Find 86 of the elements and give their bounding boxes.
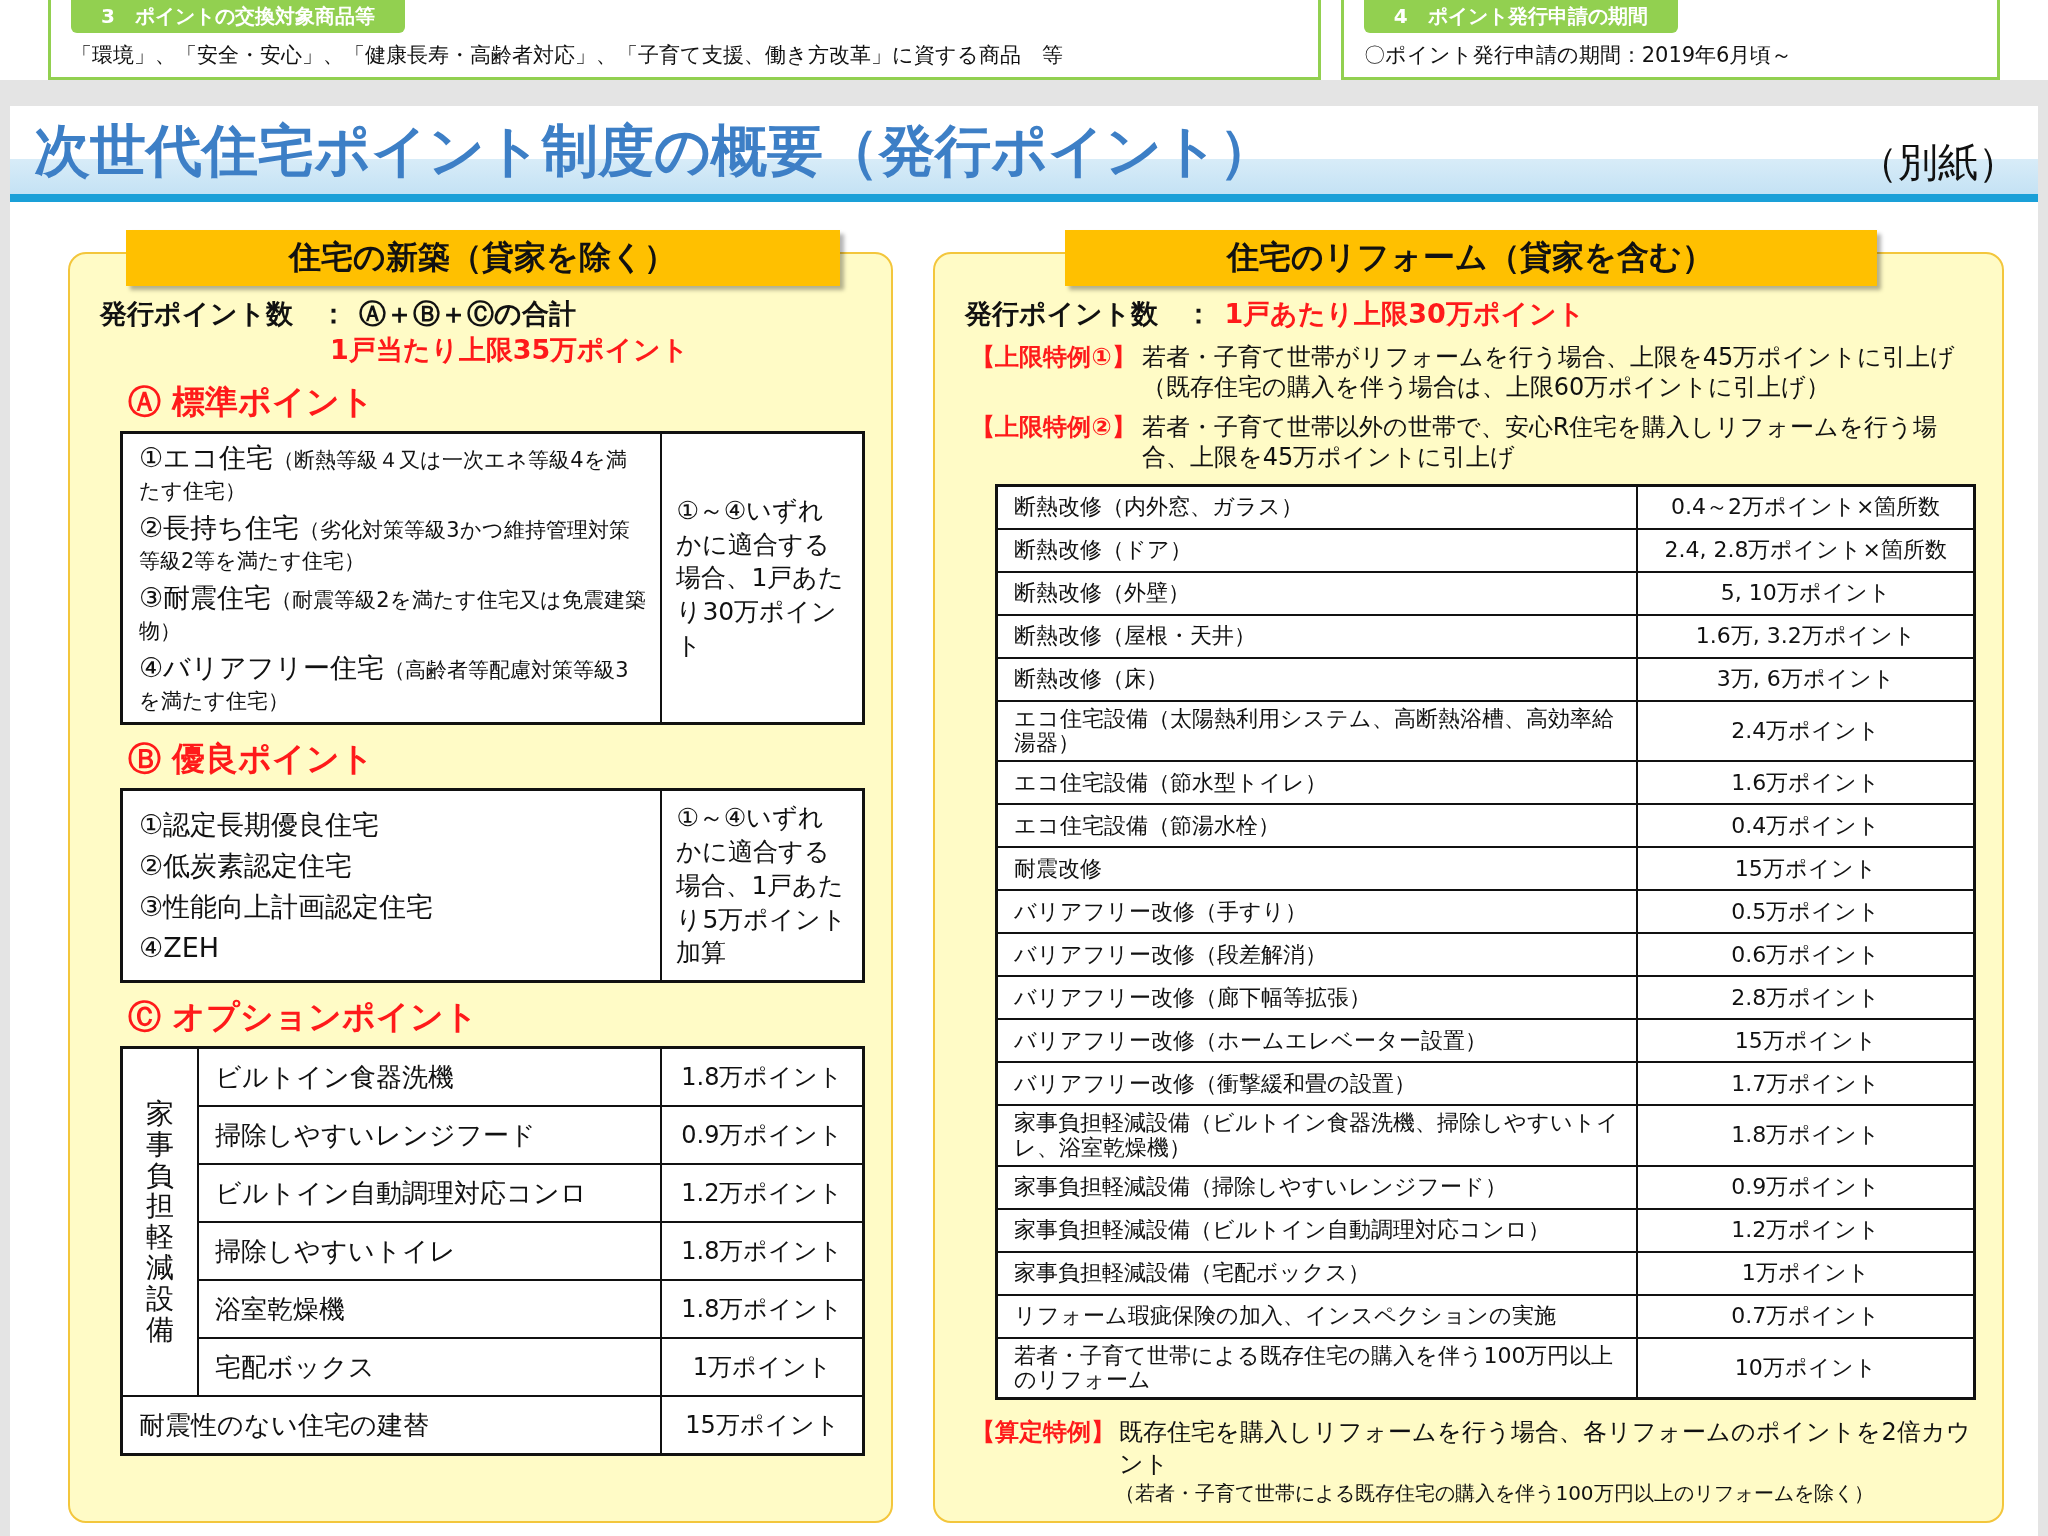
table-cell: エコ住宅設備（節水型トイレ） [998, 762, 1639, 806]
housing-type: ④ZEH [139, 931, 221, 963]
cap-text: 1戸当たり上限35万ポイント [329, 333, 691, 367]
table-cell: エコ住宅設備（節湯水栓） [998, 805, 1639, 849]
table-cell: 家事負担軽減設備（掃除しやすいレンジフード） [998, 1166, 1639, 1210]
housing-type: ③性能向上計画認定住宅 [139, 890, 435, 922]
table-cell-text: 10万ポイント [1733, 1353, 1878, 1382]
table-cell: バリアフリー改修（廊下幅等拡張） [998, 977, 1639, 1021]
count-value: 1戸あたり上限30万ポイント [1224, 297, 1585, 331]
table-cell: 1万ポイント [1638, 1252, 1973, 1296]
section-text: 〇ポイント発行申請の期間：2019年6月頃～ [1363, 42, 1794, 69]
table-cell: 家事負担軽減設備（ビルトイン食器洗機、掃除しやすいトイレ、浴室乾燥機） [998, 1106, 1639, 1167]
table-cell: 0.4万ポイント [1638, 805, 1973, 849]
table-cell: 3万, 6万ポイント [1638, 659, 1973, 702]
table-cell: 断熱改修（床） [998, 659, 1639, 702]
table-cell: エコ住宅設備（太陽熱利用システム、高断熱浴槽、高効率給湯器） [998, 702, 1639, 763]
table-cell: 1万ポイント [662, 1339, 863, 1398]
table-cell: 1.8万ポイント [662, 1223, 863, 1282]
table-cell-text: ①～④いずれかに適合する場合、1戸あたり30万ポイント [675, 494, 846, 662]
table-cell: 掃除しやすいトイレ [199, 1223, 663, 1282]
count-value: Ⓐ＋Ⓑ＋Ⓒの合計 [359, 297, 576, 331]
table-cell: 1.2万ポイント [1638, 1209, 1973, 1253]
table-cell: 1.2万ポイント [662, 1165, 863, 1224]
panel-heading: 住宅の新築（貸家を除く） [125, 230, 840, 286]
table-cell: バリアフリー改修（手すり） [998, 891, 1639, 935]
housing-type: ②長持ち住宅（劣化対策等級3かつ維持管理対策等級2等を満たす住宅） [139, 512, 631, 575]
special-label: 【算定特例】 [971, 1417, 1116, 1449]
table-cell: 2.8万ポイント [1638, 977, 1973, 1021]
table-cell: 0.9万ポイント [662, 1107, 863, 1166]
table-cell: バリアフリー改修（衝撃緩和畳の設置） [998, 1063, 1639, 1107]
table-cell: 0.7万ポイント [1638, 1295, 1973, 1339]
table-cell: 2.4, 2.8万ポイント×箇所数 [1638, 530, 1973, 573]
table-cell: 1.8万ポイント [662, 1281, 863, 1340]
table-cell: 家事負担軽減設備（ビルトイン自動調理対応コンロ） [998, 1209, 1639, 1253]
table-cell: バリアフリー改修（ホームエレベーター設置） [998, 1020, 1639, 1064]
table-cell: 15万ポイント [1638, 1020, 1973, 1064]
table-cell: 断熱改修（ドア） [998, 530, 1639, 573]
table-cell: 1.8万ポイント [1638, 1106, 1973, 1167]
table-cell: 0.6万ポイント [1638, 934, 1973, 978]
table-cell: 掃除しやすいレンジフード [199, 1107, 663, 1166]
housing-type: ②低炭素認定住宅 [139, 849, 354, 881]
section-text: 「環境」、「安全・安心」、「健康長寿・高齢者対応」、「子育て支援、働き方改革」に資する商品 等 [71, 42, 1064, 69]
table-cell: ビルトイン自動調理対応コンロ [199, 1165, 663, 1224]
special-label: 【上限特例①】 [971, 342, 1136, 373]
table-cell: 0.9万ポイント [1638, 1166, 1973, 1210]
footnote-text: （若者・子育て世帯による既存住宅の購入を伴う100万円以上のリフォームを除く） [1114, 1480, 1875, 1508]
housing-type: ③耐震住宅（耐震等級2を満たす住宅又は免震建築物） [139, 582, 647, 645]
table-cell: 浴室乾燥機 [199, 1281, 663, 1340]
section-heading: Ⓒ オプションポイント [128, 996, 480, 1039]
table-cell: 耐震性のない住宅の建替 [123, 1397, 663, 1454]
special-text: 若者・子育て世帯以外の世帯で、安心R住宅を購入しリフォームを行う場合、上限を45万ポイントに引上げ [1141, 412, 1939, 472]
table-cell: 1.8万ポイント [662, 1049, 863, 1108]
page-title: 次世代住宅ポイント制度の概要（発行ポイント） [34, 117, 1275, 185]
table-cell: 宅配ボックス [199, 1339, 663, 1398]
table-cell: リフォーム瑕疵保険の加入、インスペクションの実施 [998, 1295, 1639, 1339]
count-label: 発行ポイント数 ： [965, 297, 1213, 331]
table-cell: 若者・子育て世帯による既存住宅の購入を伴う100万円以上のリフォーム [998, 1338, 1639, 1398]
section-heading: Ⓑ 優良ポイント [128, 738, 376, 781]
count-label: 発行ポイント数 ： [100, 297, 347, 331]
table-cell: 家事負担軽減設備 [146, 1098, 174, 1346]
table-cell-text: ①～④いずれかに適合する場合、1戸あたり5万ポイント加算 [675, 802, 849, 970]
table-cell: 15万ポイント [1638, 848, 1973, 892]
table-cell: 0.5万ポイント [1638, 891, 1973, 935]
table-cell: ビルトイン食器洗機 [199, 1049, 663, 1108]
table-cell: 1.7万ポイント [1638, 1063, 1973, 1107]
special-label: 【上限特例②】 [971, 412, 1136, 443]
housing-type: ①エコ住宅（断熱等級４又は一次エネ等級4を満たす住宅） [139, 442, 628, 505]
table-cell: バリアフリー改修（段差解消） [998, 934, 1639, 978]
table-cell: 5, 10万ポイント [1638, 573, 1973, 616]
table-cell: 断熱改修（内外窓、ガラス） [998, 487, 1639, 530]
table-cell: 1.6万, 3.2万ポイント [1638, 616, 1973, 659]
panel-heading: 住宅のリフォーム（貸家を含む） [1064, 230, 1877, 286]
table-cell: 耐震改修 [998, 848, 1639, 892]
special-text: 若者・子育て世帯がリフォームを行う場合、上限を45万ポイントに引上げ（既存住宅の購入を伴う場合は、上限60万ポイントに引上げ） [1141, 342, 1957, 402]
table-cell: 1.6万ポイント [1638, 762, 1973, 806]
table-cell: 2.4万ポイント [1638, 702, 1973, 763]
table-cell: 家事負担軽減設備（宅配ボックス） [998, 1252, 1639, 1296]
table-cell: 断熱改修（屋根・天井） [998, 616, 1639, 659]
housing-type: ①認定長期優良住宅 [139, 808, 381, 840]
table-cell: 断熱改修（外壁） [998, 573, 1639, 616]
section-heading: Ⓐ 標準ポイント [128, 381, 376, 423]
attachment-note: （別紙） [1858, 138, 2018, 187]
housing-type: ④バリアフリー住宅（高齢者等配慮対策等級3を満たす住宅） [139, 652, 630, 715]
table-cell-text: 15万ポイント [684, 1410, 841, 1442]
table-cell: 0.4～2万ポイント×箇所数 [1638, 487, 1973, 530]
special-text: 既存住宅を購入しリフォームを行う場合、各リフォームのポイントを2倍カウント [1119, 1417, 1972, 1481]
